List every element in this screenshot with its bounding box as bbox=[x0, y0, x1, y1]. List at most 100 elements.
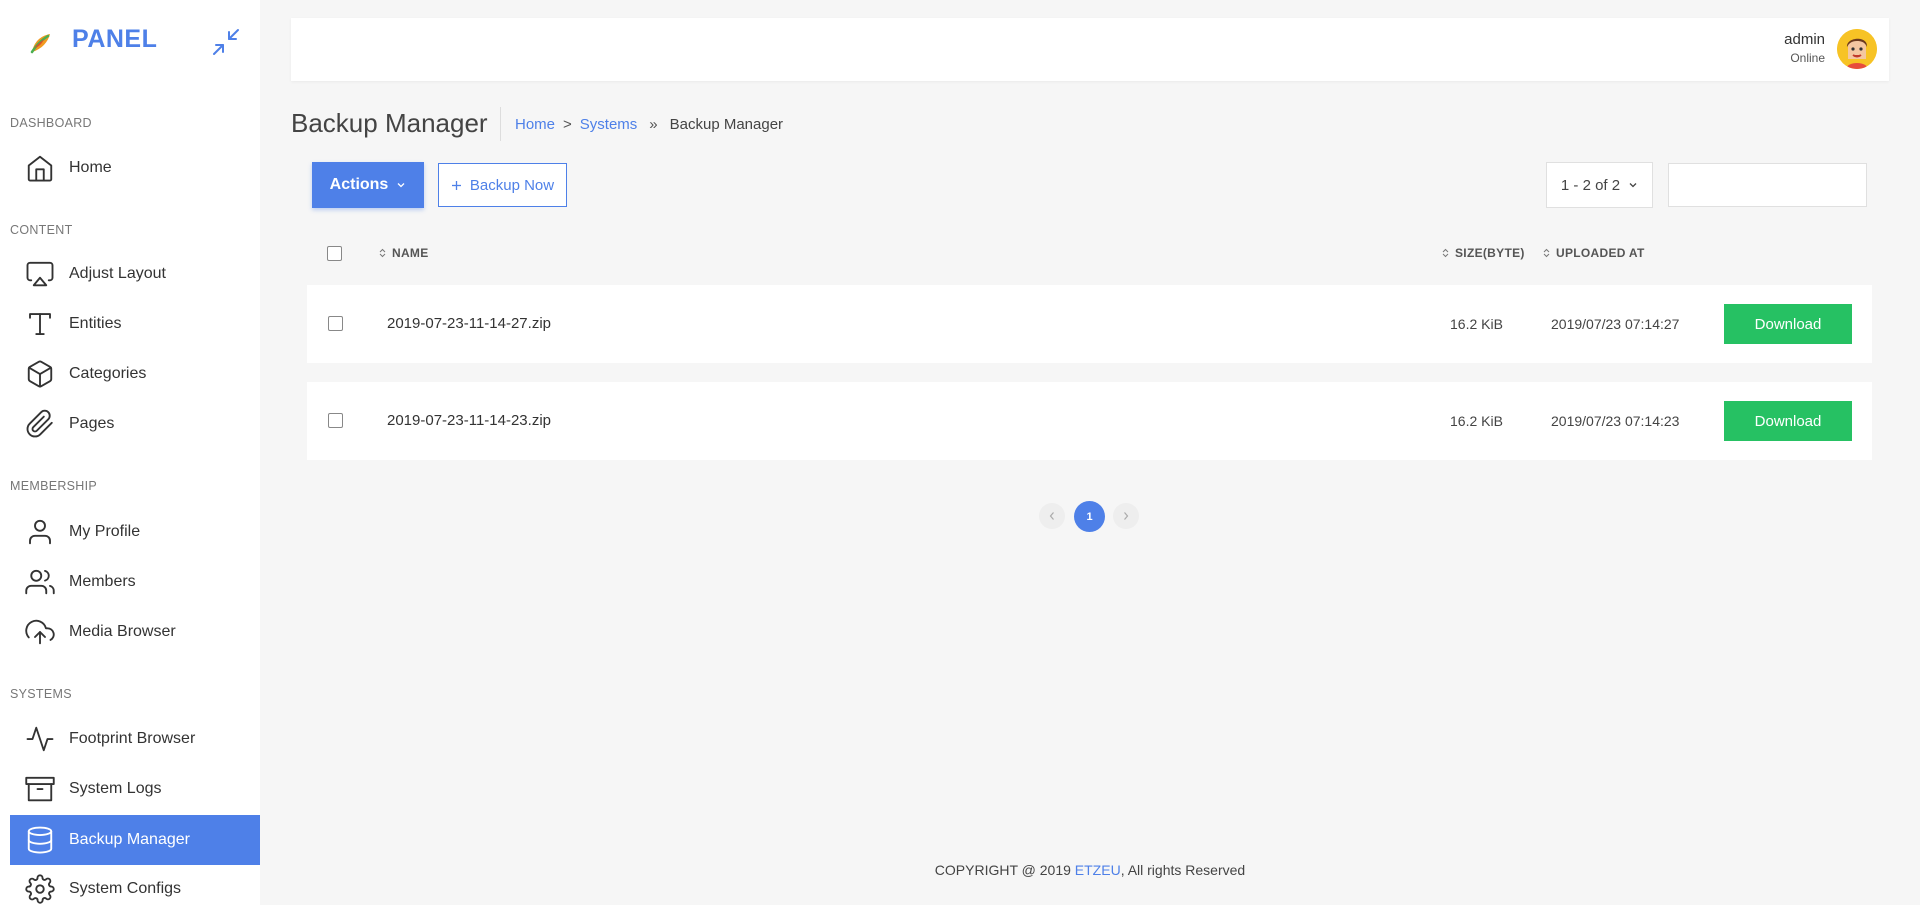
search-box bbox=[1668, 163, 1874, 207]
table-row: 2019-07-23-11-14-27.zip 16.2 KiB 2019/07… bbox=[307, 285, 1872, 363]
paperclip-icon bbox=[24, 408, 56, 440]
breadcrumb-home[interactable]: Home bbox=[515, 116, 555, 133]
upload-cloud-icon bbox=[24, 616, 56, 648]
backup-now-label: Backup Now bbox=[469, 176, 555, 194]
file-name: 2019-07-23-11-14-23.zip bbox=[387, 412, 551, 429]
sort-icon bbox=[1442, 248, 1449, 258]
actions-dropdown-button[interactable]: Actions bbox=[312, 162, 424, 208]
sidebar-item-label: My Profile bbox=[69, 523, 141, 540]
backup-now-button[interactable]: Backup Now bbox=[438, 163, 567, 207]
file-size: 16.2 KiB bbox=[1450, 316, 1503, 332]
box-icon bbox=[24, 358, 56, 390]
leaf-logo-icon bbox=[30, 34, 50, 54]
sidebar-item-label: Media Browser bbox=[69, 623, 176, 640]
footer-copyright-suffix: , All rights Reserved bbox=[1120, 862, 1246, 878]
collapse-sidebar-icon[interactable] bbox=[210, 26, 242, 58]
sidebar-item-label: Backup Manager bbox=[69, 831, 190, 848]
user-name[interactable]: admin bbox=[1784, 31, 1825, 48]
sidebar-item-label: Footprint Browser bbox=[69, 730, 196, 747]
sort-icon bbox=[1543, 248, 1550, 258]
avatar-face-icon bbox=[1837, 29, 1877, 69]
archive-icon bbox=[24, 773, 56, 805]
section-label-systems: SYSTEMS bbox=[10, 687, 72, 701]
sidebar-item-pages[interactable]: Pages bbox=[10, 399, 260, 449]
column-header-size[interactable]: SIZE(BYTE) bbox=[1442, 246, 1525, 260]
type-icon bbox=[24, 308, 56, 340]
avatar[interactable] bbox=[1837, 29, 1877, 69]
column-header-uploaded-at[interactable]: UPLOADED AT bbox=[1543, 246, 1645, 260]
chevron-down-icon bbox=[397, 183, 405, 188]
breadcrumb-systems[interactable]: Systems bbox=[580, 116, 638, 133]
footer: COPYRIGHT @ 2019 ETZEU, All rights Reser… bbox=[260, 862, 1920, 878]
actions-label: Actions bbox=[329, 176, 389, 193]
sidebar: PANEL DASHBOARD Home CONTENT Adjust Layo… bbox=[0, 0, 260, 905]
breadcrumb: Home > Systems » Backup Manager bbox=[515, 116, 783, 133]
row-checkbox[interactable] bbox=[328, 413, 343, 428]
file-size: 16.2 KiB bbox=[1450, 413, 1503, 429]
title-divider bbox=[500, 107, 501, 141]
sidebar-item-members[interactable]: Members bbox=[10, 557, 260, 607]
uploaded-at: 2019/07/23 07:14:27 bbox=[1551, 316, 1680, 332]
settings-icon bbox=[24, 873, 56, 905]
sidebar-item-label: Adjust Layout bbox=[69, 265, 166, 282]
activity-icon bbox=[24, 723, 56, 755]
footer-brand-link[interactable]: ETZEU bbox=[1075, 862, 1121, 878]
sidebar-item-footprint-browser[interactable]: Footprint Browser bbox=[10, 714, 260, 764]
sidebar-item-adjust-layout[interactable]: Adjust Layout bbox=[10, 249, 260, 299]
sidebar-item-label: Home bbox=[69, 159, 112, 176]
sidebar-item-home[interactable]: Home bbox=[10, 143, 260, 193]
section-label-membership: MEMBERSHIP bbox=[10, 479, 98, 493]
plus-icon bbox=[451, 180, 461, 190]
sidebar-item-label: System Configs bbox=[69, 880, 182, 897]
select-all-checkbox[interactable] bbox=[327, 246, 342, 261]
airplay-icon bbox=[24, 258, 56, 290]
brand-name: PANEL bbox=[72, 25, 158, 53]
chevron-left-icon bbox=[1049, 512, 1054, 520]
sidebar-item-label: Pages bbox=[69, 415, 115, 432]
column-header-label: UPLOADED AT bbox=[1556, 246, 1645, 260]
footer-copyright-prefix: COPYRIGHT @ 2019 bbox=[934, 862, 1075, 878]
user-status: Online bbox=[1790, 51, 1825, 65]
topbar: admin Online bbox=[291, 18, 1889, 81]
section-label-dashboard: DASHBOARD bbox=[10, 116, 92, 130]
sidebar-item-my-profile[interactable]: My Profile bbox=[10, 507, 260, 557]
pagination-page-current[interactable]: 1 bbox=[1074, 501, 1105, 532]
file-name: 2019-07-23-11-14-27.zip bbox=[387, 315, 551, 332]
user-icon bbox=[24, 516, 56, 548]
sidebar-item-system-logs[interactable]: System Logs bbox=[10, 764, 260, 814]
search-input[interactable] bbox=[1693, 165, 1874, 205]
chevron-down-icon bbox=[1629, 183, 1637, 188]
sort-icon bbox=[379, 248, 386, 258]
page-range-select[interactable]: 1 - 2 of 2 bbox=[1546, 162, 1653, 208]
download-button[interactable]: Download bbox=[1724, 401, 1852, 441]
sidebar-item-backup-manager[interactable]: Backup Manager bbox=[10, 815, 260, 865]
sidebar-item-categories[interactable]: Categories bbox=[10, 349, 260, 399]
sidebar-item-label: Members bbox=[69, 573, 136, 590]
column-header-label: SIZE(BYTE) bbox=[1455, 246, 1525, 260]
home-icon bbox=[24, 152, 56, 184]
section-label-content: CONTENT bbox=[10, 223, 73, 237]
sidebar-item-media-browser[interactable]: Media Browser bbox=[10, 607, 260, 657]
download-button[interactable]: Download bbox=[1724, 304, 1852, 344]
uploaded-at: 2019/07/23 07:14:23 bbox=[1551, 413, 1680, 429]
breadcrumb-separator: > bbox=[563, 116, 572, 133]
column-header-label: NAME bbox=[392, 246, 429, 260]
row-checkbox[interactable] bbox=[328, 316, 343, 331]
breadcrumb-current: Backup Manager bbox=[669, 116, 784, 133]
table-header: NAME SIZE(BYTE) UPLOADED AT bbox=[307, 238, 1872, 268]
sidebar-item-label: Categories bbox=[69, 365, 147, 382]
sidebar-item-system-configs[interactable]: System Configs bbox=[10, 864, 260, 905]
chevron-right-icon bbox=[1124, 512, 1129, 520]
table-row: 2019-07-23-11-14-23.zip 16.2 KiB 2019/07… bbox=[307, 382, 1872, 460]
pagination-next-button[interactable] bbox=[1113, 503, 1139, 529]
breadcrumb-separator: » bbox=[649, 116, 658, 133]
sidebar-item-label: Entities bbox=[69, 315, 122, 332]
page-range-label: 1 - 2 of 2 bbox=[1560, 176, 1621, 194]
brand: PANEL bbox=[0, 0, 260, 84]
pagination-prev-button[interactable] bbox=[1039, 503, 1065, 529]
column-header-name[interactable]: NAME bbox=[379, 246, 429, 260]
sidebar-item-label: System Logs bbox=[69, 780, 162, 797]
users-icon bbox=[24, 566, 56, 598]
database-icon bbox=[24, 824, 56, 856]
sidebar-item-entities[interactable]: Entities bbox=[10, 299, 260, 349]
